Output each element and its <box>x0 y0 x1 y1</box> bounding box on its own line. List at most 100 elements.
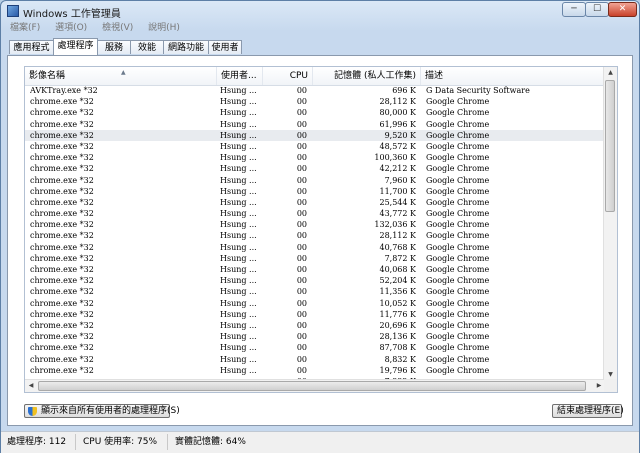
process-row[interactable]: chrome.exe *32 Hsung ... 00 28,112 K Google … <box>25 230 605 241</box>
process-cpu: 00 <box>296 309 307 319</box>
window-title: Windows 工作管理員 <box>23 9 121 20</box>
column-memory[interactable]: 記憶體 (私人工作集) <box>313 67 421 85</box>
column-image-name-label: 影像名稱 <box>29 71 66 81</box>
vertical-scroll-thumb[interactable] <box>605 80 615 212</box>
process-row[interactable]: chrome.exe *32 Hsung ... 00 11,700 K Google … <box>25 186 605 197</box>
process-row[interactable]: chrome.exe *32 Hsung ... 00 8,832 K Google C… <box>25 354 605 365</box>
process-user: Hsung ... <box>220 197 257 207</box>
process-name: chrome.exe *32 <box>30 276 94 286</box>
process-name: chrome.exe *32 <box>30 298 94 308</box>
process-user: Hsung ... <box>220 265 257 274</box>
process-row[interactable]: chrome.exe *32 Hsung ... 00 9,520 K Google C… <box>25 129 605 141</box>
show-all-users-label: 顯示來自所有使用者的處理程序(S) <box>41 406 180 416</box>
menu-view[interactable]: 檢視(V) <box>96 21 139 35</box>
process-name: chrome.exe *32 <box>30 332 94 342</box>
process-description: Google Chrome <box>426 365 490 375</box>
process-user: Hsung ... <box>220 276 257 286</box>
menu-help[interactable]: 說明(H) <box>142 21 186 35</box>
process-description: G Data Security Software <box>426 86 530 95</box>
process-cpu: 00 <box>296 153 307 163</box>
process-memory: 11,776 K <box>379 309 416 319</box>
process-description: Google Chrome <box>426 343 490 353</box>
process-user: Hsung ... <box>220 320 257 330</box>
process-description: Google Chrome <box>426 242 490 252</box>
cpu-usage: CPU 使用率: 75% <box>83 437 158 447</box>
column-user-name[interactable]: 使用者... <box>217 67 263 85</box>
status-divider <box>75 434 76 450</box>
menu-options[interactable]: 選項(O) <box>49 21 93 35</box>
process-description: Google Chrome <box>426 119 490 129</box>
process-row[interactable]: chrome.exe *32 Hsung ... 00 43,772 K Google … <box>25 208 605 219</box>
process-memory: 28,136 K <box>379 332 416 342</box>
scroll-left-icon[interactable]: ◀ <box>25 380 37 392</box>
close-button[interactable]: ✕ <box>608 2 637 17</box>
process-description: Google Chrome <box>426 153 490 163</box>
process-row[interactable]: chrome.exe *32 Hsung ... 00 52,204 K Google … <box>25 275 605 286</box>
process-row[interactable]: chrome.exe *32 Hsung ... 00 42,212 K Google … <box>25 163 605 174</box>
process-memory: 28,112 K <box>379 97 416 107</box>
end-process-button[interactable]: 結束處理程序(E) <box>552 404 624 418</box>
process-memory: 40,768 K <box>379 242 416 252</box>
process-description: Google Chrome <box>426 175 490 185</box>
process-row[interactable]: chrome.exe *32 Hsung ... 00 28,112 K Google … <box>25 96 605 107</box>
process-row[interactable]: chrome.exe *32 Hsung ... 00 19,796 K Google … <box>25 365 605 376</box>
process-row[interactable]: chrome.exe *32 Hsung ... 00 11,356 K Google … <box>25 286 605 297</box>
maximize-button[interactable]: ☐ <box>585 2 609 17</box>
process-memory: 25,544 K <box>379 197 416 207</box>
process-user: Hsung ... <box>220 309 257 319</box>
horizontal-scroll-thumb[interactable] <box>38 381 586 391</box>
horizontal-scrollbar[interactable]: ◀ ▶ <box>25 379 605 392</box>
process-row[interactable]: chrome.exe *32 Hsung ... 00 20,696 K Google … <box>25 320 605 331</box>
process-description: Google Chrome <box>426 298 490 308</box>
process-user: Hsung ... <box>220 86 257 95</box>
column-image-name[interactable]: 影像名稱 ▲ <box>25 67 217 85</box>
process-row[interactable]: chrome.exe *32 Hsung ... 00 48,572 K Google … <box>25 141 605 152</box>
process-cpu: 00 <box>296 164 307 174</box>
process-row[interactable]: chrome.exe *32 Hsung ... 00 7,960 K Google C… <box>25 175 605 186</box>
vertical-scrollbar[interactable]: ▲ ▼ <box>603 67 617 381</box>
process-list[interactable]: 影像名稱 ▲ 使用者... CPU 記憶體 (私人工作集) 描述 AVKTray… <box>24 66 618 393</box>
process-row[interactable]: chrome.exe *32 Hsung ... 00 61,996 K Google … <box>25 119 605 130</box>
process-row[interactable]: chrome.exe *32 Hsung ... 00 7,872 K Google C… <box>25 253 605 264</box>
process-row[interactable]: chrome.exe *32 Hsung ... 00 11,776 K Google … <box>25 309 605 320</box>
process-user: Hsung ... <box>220 298 257 308</box>
menu-file[interactable]: 檔案(F) <box>4 21 46 35</box>
process-cpu: 00 <box>296 365 307 375</box>
process-description: Google Chrome <box>426 253 490 263</box>
process-row[interactable]: chrome.exe *32 Hsung ... 00 100,360 K Google… <box>25 152 605 163</box>
process-description: Google Chrome <box>426 108 490 118</box>
tab-services[interactable]: 服務 <box>97 40 131 54</box>
tab-networking[interactable]: 網路功能 <box>163 40 209 54</box>
process-row[interactable]: chrome.exe *32 Hsung ... 00 80,000 K Google … <box>25 107 605 118</box>
process-row[interactable]: chrome.exe *32 Hsung ... 00 10,052 K Google … <box>25 298 605 309</box>
tab-users[interactable]: 使用者 <box>208 40 242 54</box>
tab-processes[interactable]: 處理程序 <box>53 38 98 55</box>
tab-applications[interactable]: 應用程式 <box>9 40 54 54</box>
process-row[interactable]: chrome.exe *32 Hsung ... 00 40,768 K Google … <box>25 242 605 253</box>
process-row[interactable]: chrome.exe *32 Hsung ... 00 87,708 K Google … <box>25 342 605 353</box>
process-name: chrome.exe *32 <box>30 97 94 107</box>
process-name: chrome.exe *32 <box>30 265 94 274</box>
show-all-users-button[interactable]: 顯示來自所有使用者的處理程序(S) <box>24 404 180 418</box>
status-divider <box>167 434 168 450</box>
process-name: chrome.exe *32 <box>30 197 94 207</box>
process-row[interactable]: chrome.exe *32 Hsung ... 00 25,544 K Google … <box>25 197 605 208</box>
process-description: Google Chrome <box>426 220 490 230</box>
process-description: Google Chrome <box>426 197 490 207</box>
process-row[interactable]: chrome.exe *32 Hsung ... 00 40,068 K Google … <box>25 264 605 275</box>
process-user: Hsung ... <box>220 175 257 185</box>
column-cpu[interactable]: CPU <box>263 67 313 85</box>
process-row[interactable]: chrome.exe *32 Hsung ... 00 28,136 K Google … <box>25 331 605 342</box>
process-row[interactable]: chrome.exe *32 Hsung ... 00 132,036 K Google… <box>25 219 605 230</box>
tab-performance[interactable]: 效能 <box>130 40 164 54</box>
process-name: chrome.exe *32 <box>30 354 94 364</box>
minimize-button[interactable]: ─ <box>562 2 586 17</box>
process-memory: 80,000 K <box>379 108 416 118</box>
column-description[interactable]: 描述 <box>421 67 605 85</box>
process-row[interactable]: AVKTray.exe *32 Hsung ... 00 696 K G Data Se… <box>25 85 605 96</box>
title-bar[interactable]: Windows 工作管理員 ─ ☐ ✕ <box>1 1 639 21</box>
process-user: Hsung ... <box>220 153 257 163</box>
process-cpu: 00 <box>296 287 307 297</box>
process-description: Google Chrome <box>426 97 490 107</box>
scroll-up-icon[interactable]: ▲ <box>604 67 617 79</box>
